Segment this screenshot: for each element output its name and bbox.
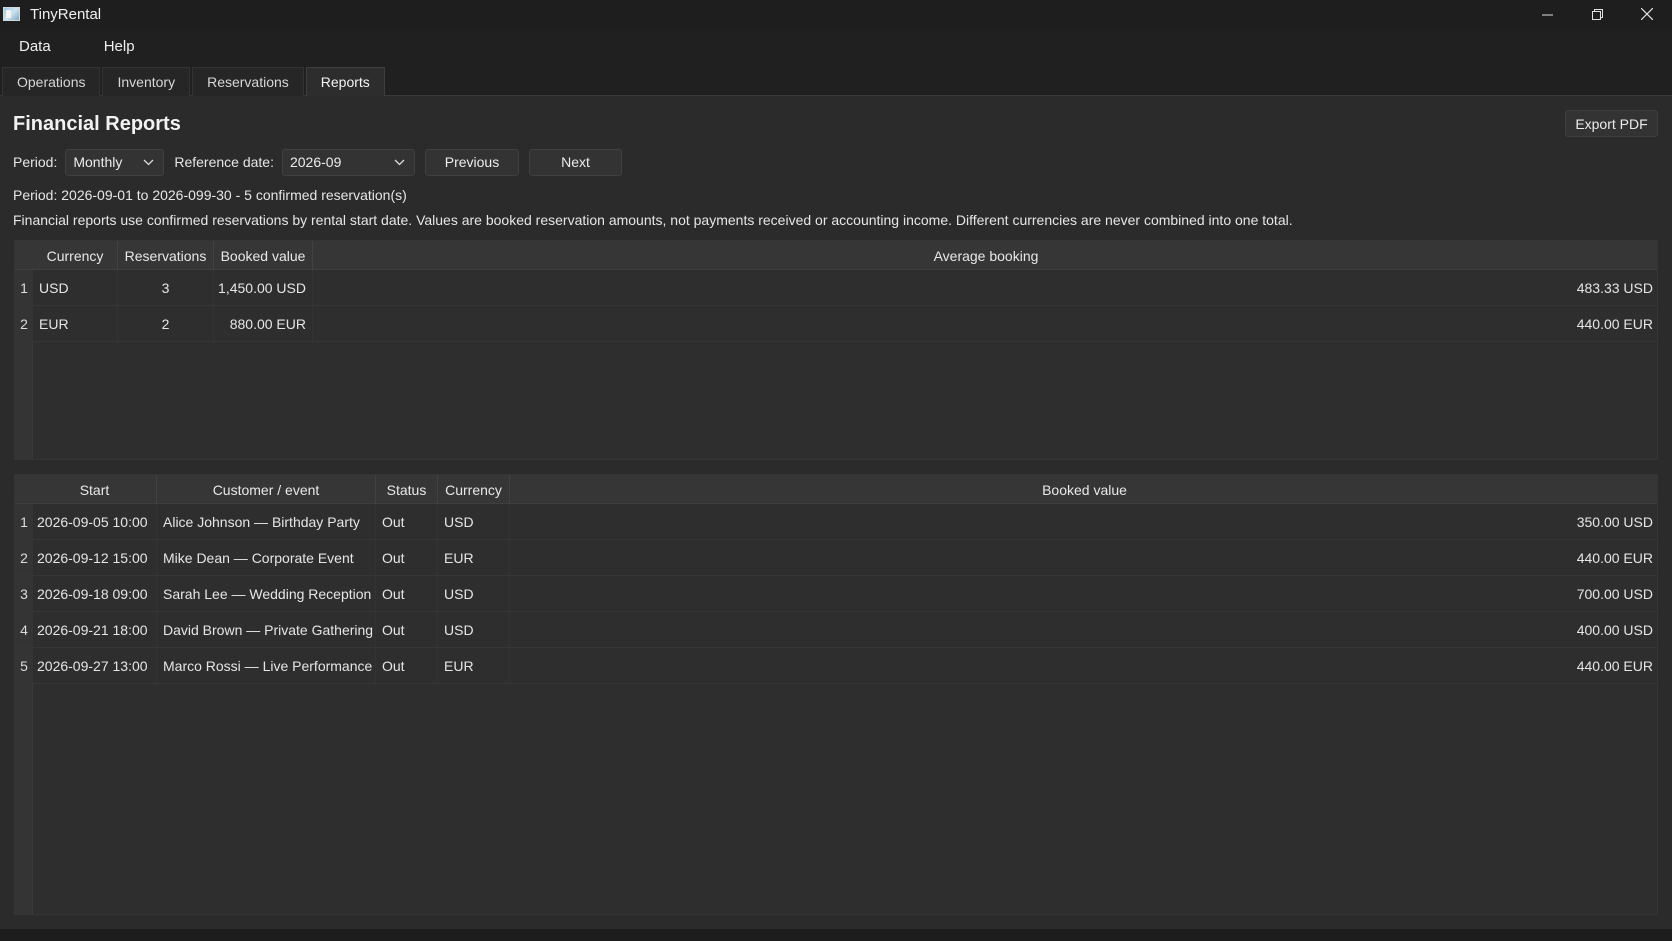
cell-average-booking: 483.33 USD bbox=[1576, 279, 1653, 296]
cell-start: 2026-09-12 15:00 bbox=[33, 540, 157, 575]
cell-start: 2026-09-18 09:00 bbox=[33, 576, 157, 611]
app-icon bbox=[3, 7, 20, 21]
row-number: 2 bbox=[15, 540, 33, 575]
reports-panel: Financial Reports Export PDF Period: Mon… bbox=[0, 96, 1672, 929]
cell-reservations: 3 bbox=[118, 270, 214, 305]
cell-currency: EUR bbox=[438, 648, 510, 683]
cell-average-booking: 440.00 EUR bbox=[1576, 315, 1653, 332]
menu-data[interactable]: Data bbox=[0, 38, 69, 55]
period-summary: Period: 2026-09-01 to 2026-099-30 - 5 co… bbox=[13, 187, 407, 203]
cell-status: Out bbox=[376, 612, 438, 647]
cell-booked-value: 880.00 EUR bbox=[214, 306, 313, 341]
reference-date-select[interactable]: 2026-09 bbox=[281, 148, 415, 176]
cell-status: Out bbox=[376, 540, 438, 575]
cell-customer-event: Sarah Lee — Wedding Reception bbox=[157, 576, 376, 611]
cell-customer-event: Alice Johnson — Birthday Party bbox=[157, 504, 376, 539]
period-select[interactable]: Monthly bbox=[65, 148, 165, 176]
report-controls: Period: Monthly Reference date: 2026-09 … bbox=[13, 148, 622, 176]
column-header-start[interactable]: Start bbox=[33, 475, 157, 504]
next-button[interactable]: Next bbox=[528, 148, 622, 176]
cell-customer-event: David Brown — Private Gathering bbox=[157, 612, 376, 647]
title-bar: TinyRental bbox=[0, 0, 1672, 28]
reservations-detail-table[interactable]: Start Customer / event Status Currency B… bbox=[14, 474, 1658, 915]
menu-bar: Data Help bbox=[0, 30, 153, 62]
column-header-currency[interactable]: Currency bbox=[33, 241, 118, 270]
tab-operations[interactable]: Operations bbox=[2, 67, 101, 96]
column-header-customer-event[interactable]: Customer / event bbox=[157, 475, 376, 504]
row-number: 1 bbox=[15, 270, 33, 305]
previous-button[interactable]: Previous bbox=[424, 148, 519, 176]
table-row[interactable]: 1 USD 3 1,450.00 USD 483.33 USD bbox=[15, 270, 1657, 306]
cell-start: 2026-09-27 13:00 bbox=[33, 648, 157, 683]
status-bar bbox=[0, 929, 1672, 941]
tab-inventory[interactable]: Inventory bbox=[102, 67, 191, 96]
close-button[interactable] bbox=[1622, 0, 1672, 28]
cell-currency: USD bbox=[438, 576, 510, 611]
tab-reports[interactable]: Reports bbox=[305, 67, 385, 96]
cell-customer-event: Mike Dean — Corporate Event bbox=[157, 540, 376, 575]
minimize-button[interactable] bbox=[1522, 0, 1572, 28]
report-note: Financial reports use confirmed reservat… bbox=[13, 212, 1293, 228]
cell-booked-value: 350.00 USD bbox=[1576, 513, 1653, 530]
tab-reservations[interactable]: Reservations bbox=[192, 67, 304, 96]
summary-table[interactable]: Currency Reservations Booked value Avera… bbox=[14, 240, 1658, 460]
reference-date-label: Reference date: bbox=[174, 154, 274, 170]
cell-status: Out bbox=[376, 648, 438, 683]
cell-start: 2026-09-05 10:00 bbox=[33, 504, 157, 539]
column-header-reservations[interactable]: Reservations bbox=[118, 241, 214, 270]
cell-booked-value: 440.00 EUR bbox=[1576, 657, 1653, 674]
cell-start: 2026-09-21 18:00 bbox=[33, 612, 157, 647]
close-icon bbox=[1641, 8, 1653, 20]
tab-bar: Operations Inventory Reservations Report… bbox=[0, 67, 1672, 96]
period-label: Period: bbox=[13, 154, 58, 170]
row-number: 1 bbox=[15, 504, 33, 539]
column-header-booked-value[interactable]: Booked value bbox=[214, 241, 313, 270]
table-row[interactable]: 2 EUR 2 880.00 EUR 440.00 EUR bbox=[15, 306, 1657, 342]
table-row[interactable]: 3 2026-09-18 09:00 Sarah Lee — Wedding R… bbox=[15, 576, 1657, 612]
minimize-icon bbox=[1541, 14, 1553, 15]
row-number: 3 bbox=[15, 576, 33, 611]
cell-currency: USD bbox=[438, 504, 510, 539]
restore-icon bbox=[1591, 8, 1603, 20]
table-row[interactable]: 2 2026-09-12 15:00 Mike Dean — Corporate… bbox=[15, 540, 1657, 576]
chevron-down-icon bbox=[143, 159, 154, 165]
restore-button[interactable] bbox=[1572, 0, 1622, 28]
cell-reservations: 2 bbox=[118, 306, 214, 341]
detail-table-header: Start Customer / event Status Currency B… bbox=[15, 475, 1657, 504]
menu-help[interactable]: Help bbox=[85, 38, 153, 55]
row-number: 5 bbox=[15, 648, 33, 683]
cell-status: Out bbox=[376, 504, 438, 539]
column-header-currency[interactable]: Currency bbox=[438, 475, 510, 504]
cell-currency: EUR bbox=[438, 540, 510, 575]
cell-booked-value: 1,450.00 USD bbox=[214, 270, 313, 305]
table-row[interactable]: 1 2026-09-05 10:00 Alice Johnson — Birth… bbox=[15, 504, 1657, 540]
cell-customer-event: Marco Rossi — Live Performance bbox=[157, 648, 376, 683]
column-header-average-booking[interactable]: Average booking bbox=[313, 241, 1659, 270]
export-pdf-button[interactable]: Export PDF bbox=[1565, 110, 1658, 137]
cell-booked-value: 440.00 EUR bbox=[1576, 549, 1653, 566]
cell-status: Out bbox=[376, 576, 438, 611]
summary-table-header: Currency Reservations Booked value Avera… bbox=[15, 241, 1657, 270]
page-title: Financial Reports bbox=[13, 113, 181, 135]
row-number: 2 bbox=[15, 306, 33, 341]
cell-currency: USD bbox=[33, 270, 118, 305]
cell-currency: USD bbox=[438, 612, 510, 647]
chevron-down-icon bbox=[394, 159, 405, 165]
cell-currency: EUR bbox=[33, 306, 118, 341]
cell-booked-value: 400.00 USD bbox=[1576, 621, 1653, 638]
table-row[interactable]: 4 2026-09-21 18:00 David Brown — Private… bbox=[15, 612, 1657, 648]
column-header-status[interactable]: Status bbox=[376, 475, 438, 504]
table-row[interactable]: 5 2026-09-27 13:00 Marco Rossi — Live Pe… bbox=[15, 648, 1657, 684]
window-title: TinyRental bbox=[30, 5, 102, 23]
cell-booked-value: 700.00 USD bbox=[1576, 585, 1653, 602]
window-controls bbox=[1522, 0, 1672, 28]
reference-date-value: 2026-09 bbox=[289, 154, 342, 170]
column-header-booked-value[interactable]: Booked value bbox=[510, 475, 1659, 504]
row-number: 4 bbox=[15, 612, 33, 647]
period-select-value: Monthly bbox=[73, 154, 123, 170]
